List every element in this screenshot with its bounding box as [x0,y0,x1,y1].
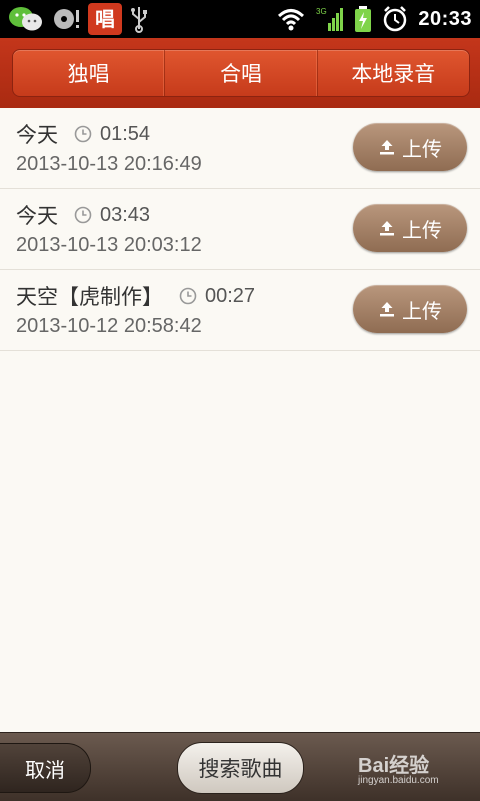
upload-button[interactable]: 上传 [353,123,467,171]
upload-button[interactable]: 上传 [353,204,467,252]
recording-title-line: 今天 01:54 [16,119,150,149]
recording-date: 2013-10-13 20:16:49 [16,153,202,175]
upload-label: 上传 [402,217,442,242]
recording-duration: 00:27 [205,284,256,307]
recording-title: 今天 [16,123,58,147]
recording-list: 今天 01:54 2013-10-13 20:16:49 上传 今天 03:43 [0,108,480,351]
network-label: 3G [316,7,327,16]
recording-title-line: 今天 03:43 [16,200,150,230]
status-time: 20:33 [418,7,472,30]
list-item[interactable]: 今天 03:43 2013-10-13 20:03:12 上传 [0,189,480,270]
cd-icon [54,9,79,29]
tab-chorus[interactable]: 合唱 [165,50,318,96]
watermark-url: jingyan.baidu.com [358,775,439,786]
recording-title-line: 天空【虎制作】 00:27 [16,281,255,311]
recording-duration: 03:43 [100,203,151,226]
upload-icon [380,221,394,236]
recording-title: 今天 [16,204,58,228]
search-songs-button[interactable]: 搜索歌曲 [177,742,304,794]
bottom-bar: 取消 搜索歌曲 Bai经验 jingyan.baidu.com [0,732,480,801]
clock-icon [74,125,92,143]
tab-solo[interactable]: 独唱 [13,50,166,96]
recording-date: 2013-10-13 20:03:12 [16,234,202,256]
list-item[interactable]: 天空【虎制作】 00:27 2013-10-12 20:58:42 上传 [0,270,480,351]
wifi-icon [278,9,305,31]
list-item[interactable]: 今天 01:54 2013-10-13 20:16:49 上传 [0,108,480,189]
recording-duration: 01:54 [100,122,151,145]
alarm-icon [384,6,407,32]
watermark: Bai经验 jingyan.baidu.com [358,747,450,787]
clock-icon [179,287,197,305]
watermark-brand: Bai经验 [358,755,430,777]
upload-label: 上传 [402,136,442,161]
recording-title: 天空【虎制作】 [16,285,163,309]
usb-icon [131,7,147,33]
status-bar: 唱 3G 20:33 [0,0,480,38]
recording-date: 2013-10-12 20:58:42 [16,315,202,337]
signal-icon: 3G [316,7,344,31]
header: 独唱 合唱 本地录音 [0,38,480,108]
sing-app-icon: 唱 [88,3,122,35]
tab-bar: 独唱 合唱 本地录音 [12,49,470,97]
clock-icon [74,206,92,224]
upload-label: 上传 [402,298,442,323]
upload-icon [380,140,394,155]
upload-icon [380,302,394,317]
cancel-button[interactable]: 取消 [0,743,91,793]
upload-button[interactable]: 上传 [353,285,467,333]
wechat-icon [9,7,42,31]
tab-local-recordings[interactable]: 本地录音 [318,50,469,96]
battery-charging-icon [355,6,372,32]
